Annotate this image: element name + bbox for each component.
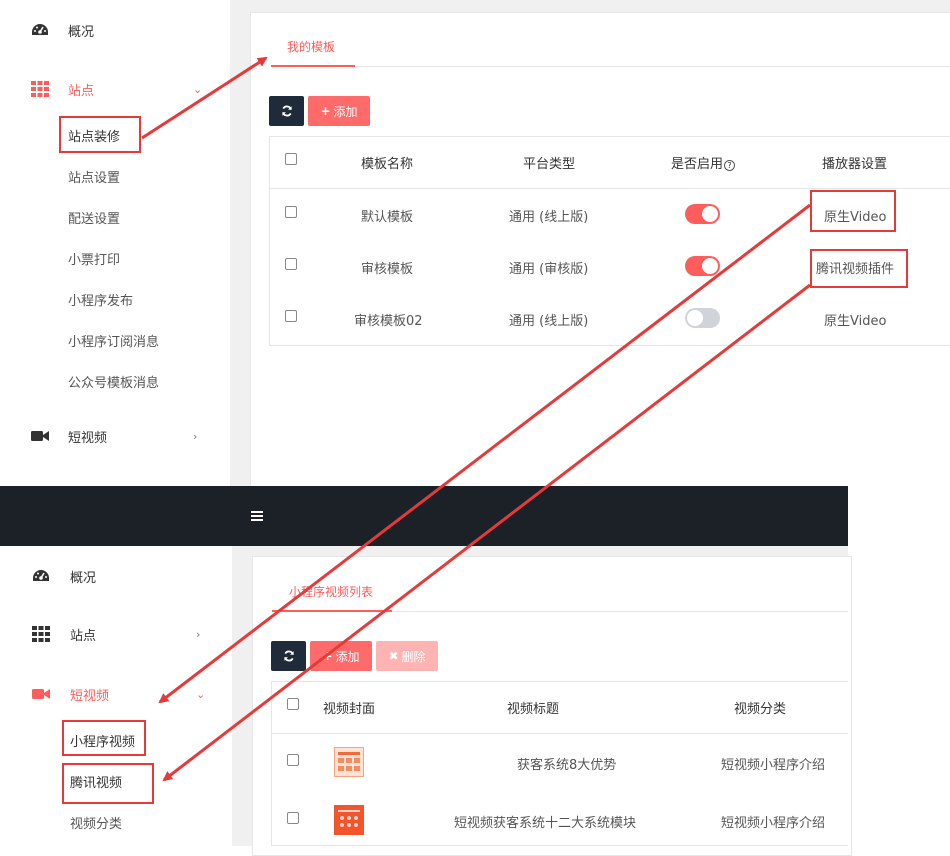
template-name: 审核模板02 [354,314,423,329]
nav-site[interactable]: 站点 › [0,614,230,654]
video-category: 短视频小程序介绍 [721,758,826,773]
row-checkbox[interactable] [285,206,297,218]
video-title: 短视频获客系统十二大系统模块 [454,816,637,831]
add-video-button[interactable]: + 添加 [310,641,372,671]
tab-active-indicator [272,610,392,612]
row-checkbox[interactable] [285,258,297,270]
help-icon[interactable]: ? [724,160,736,171]
annotation-box-tencent-plugin [810,249,908,288]
refresh-button[interactable] [271,641,306,671]
nav-short-video-label: 短视频 [68,430,108,446]
sidebar-item-miniapp-subscribe[interactable]: 小程序订阅消息 [68,331,159,350]
dashboard-icon [30,20,50,40]
tab-divider [355,66,950,67]
tab-active-indicator [271,65,355,67]
nav-short-video[interactable]: 短视频 ⌄ [0,674,230,714]
nav-site[interactable]: 站点 ⌄ [0,69,230,109]
enabled-toggle[interactable] [685,256,720,276]
nav-site-label: 站点 [70,628,97,644]
row-divider [269,188,950,189]
nav-overview-label: 概况 [68,24,95,40]
toggle-knob [702,258,718,274]
refresh-icon [283,650,294,662]
delete-video-button[interactable]: ✖ 删除 [376,641,438,671]
platform-type: 通用 (线上版) [509,314,589,329]
annotation-box-miniapp-video [62,720,146,756]
tab-miniapp-video-list[interactable]: 小程序视频列表 [289,583,373,600]
header-video-cover: 视频封面 [323,702,376,717]
video-cover-thumbnail[interactable] [334,747,364,777]
sidebar-item-mp-template[interactable]: 公众号模板消息 [68,372,159,391]
template-name: 审核模板 [361,262,414,277]
header-player-settings: 播放器设置 [822,157,888,172]
enabled-toggle[interactable] [685,308,720,328]
template-name: 默认模板 [361,210,414,225]
grid-icon [30,79,50,99]
add-template-button[interactable]: + 添加 [308,96,370,126]
delete-video-label: 删除 [401,649,426,664]
chevron-right-icon: › [193,429,198,443]
nav-overview[interactable]: 概况 [0,10,230,50]
nav-overview[interactable]: 概况 [0,556,230,596]
select-all-checkbox[interactable] [285,153,297,165]
sidebar-item-miniapp-publish[interactable]: 小程序发布 [68,290,133,309]
chevron-right-icon: › [196,627,201,641]
header-enabled: 是否启用? [671,153,736,172]
video-cover-thumbnail[interactable] [334,805,364,835]
enabled-toggle[interactable] [685,204,720,224]
header-template-name: 模板名称 [361,157,414,172]
toggle-knob [687,310,703,326]
row-checkbox[interactable] [287,812,299,824]
platform-type: 通用 (线上版) [509,210,589,225]
header-video-category: 视频分类 [734,702,787,717]
annotation-box-native-video [810,190,896,232]
top-navbar [0,486,848,546]
add-video-label: 添加 [335,649,360,664]
dashboard-icon [31,566,51,586]
annotation-box-site-decoration [59,116,141,153]
plus-icon: + [320,104,331,118]
sidebar-item-video-category[interactable]: 视频分类 [70,813,122,832]
tab-my-templates[interactable]: 我的模板 [287,38,335,55]
nav-overview-label: 概况 [70,570,97,586]
chevron-down-icon: ⌄ [196,687,206,701]
close-icon: ✖ [388,649,399,663]
video-camera-icon [30,426,50,446]
row-checkbox[interactable] [285,310,297,322]
sidebar-item-receipt-print[interactable]: 小票打印 [68,249,120,268]
add-template-label: 添加 [333,104,358,119]
video-category: 短视频小程序介绍 [721,816,826,831]
header-platform-type: 平台类型 [523,157,576,172]
sidebar-top: 概况 站点 ⌄ 站点装修 站点设置 配送设置 小票打印 小程序发布 小程序订阅消… [0,0,230,486]
video-title: 获客系统8大优势 [517,758,617,773]
annotation-box-tencent-video [62,763,154,804]
header-enabled-label: 是否启用 [671,157,724,172]
sidebar-item-delivery-settings[interactable]: 配送设置 [68,208,120,227]
plus-icon: + [322,649,333,663]
nav-short-video[interactable]: 短视频 › [0,416,230,456]
refresh-icon [281,105,292,117]
row-divider [271,733,848,734]
select-all-checkbox[interactable] [287,698,299,710]
menu-icon[interactable] [251,510,263,521]
grid-icon [31,624,51,644]
row-checkbox[interactable] [287,754,299,766]
refresh-button[interactable] [269,96,304,126]
toggle-knob [702,206,718,222]
video-camera-icon [31,684,51,704]
platform-type: 通用 (审核版) [509,262,589,277]
nav-short-video-label: 短视频 [70,688,110,704]
chevron-down-icon: ⌄ [193,82,203,96]
header-video-title: 视频标题 [507,702,560,717]
tab-divider [392,611,848,612]
sidebar-item-site-settings[interactable]: 站点设置 [68,167,120,186]
player-setting[interactable]: 原生Video [824,310,886,329]
nav-site-label: 站点 [68,83,95,99]
